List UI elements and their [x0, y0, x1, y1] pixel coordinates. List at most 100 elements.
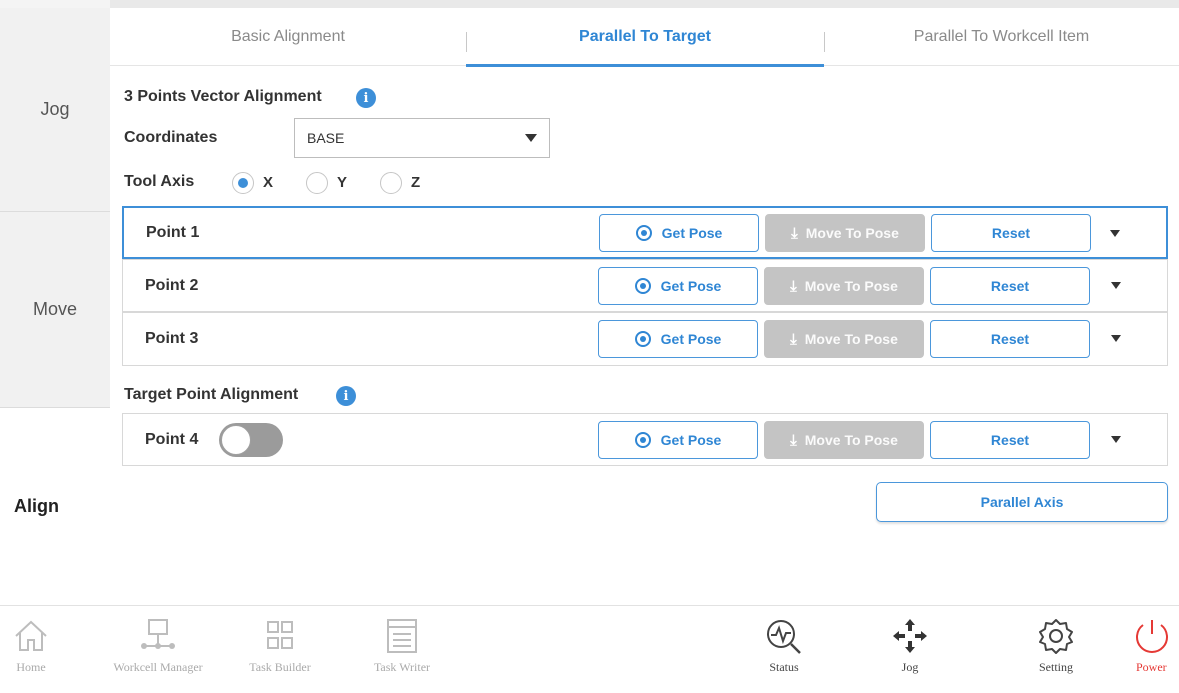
point-name: Point 3	[145, 330, 199, 347]
sidebar-item-label: Jog	[40, 99, 70, 119]
get-pose-button[interactable]: Get Pose	[599, 214, 759, 252]
reset-button[interactable]: Reset	[930, 320, 1090, 358]
info-icon[interactable]: i	[336, 386, 356, 406]
chevron-down-icon[interactable]	[1111, 335, 1121, 342]
radio-axis-x[interactable]	[232, 172, 254, 194]
nav-task-writer[interactable]: Task Writer	[362, 606, 442, 693]
tab-parallel-to-target[interactable]: Parallel To Target	[466, 8, 824, 67]
button-label: Reset	[990, 278, 1030, 294]
nav-label: Status	[769, 660, 799, 674]
button-label: Reset	[990, 331, 1030, 347]
button-label: Get Pose	[661, 225, 723, 241]
tool-axis-label: Tool Axis	[124, 173, 195, 190]
task-builder-icon	[267, 621, 293, 649]
nav-jog[interactable]: Jog	[880, 606, 940, 693]
home-icon	[15, 620, 47, 651]
radio-axis-y[interactable]	[306, 172, 328, 194]
get-pose-button[interactable]: Get Pose	[598, 421, 758, 459]
sidebar-item-jog[interactable]: Jog	[0, 8, 110, 212]
move-to-pose-button[interactable]: ⤓ Move To Pose	[764, 267, 924, 305]
radio-axis-z-label: Z	[411, 174, 421, 191]
point-name: Point 2	[145, 276, 199, 294]
chevron-down-icon[interactable]	[1110, 230, 1120, 237]
power-icon	[1136, 620, 1168, 653]
radio-axis-x-label: X	[263, 174, 274, 191]
point-row-2[interactable]: Point 2 Get Pose ⤓ Move To Pose Reset	[122, 259, 1168, 312]
nav-label: Jog	[901, 660, 919, 674]
button-label: Reset	[990, 432, 1030, 448]
move-to-pose-button[interactable]: ⤓ Move To Pose	[764, 421, 924, 459]
info-icon[interactable]: i	[356, 88, 376, 108]
button-label: Move To Pose	[805, 225, 899, 241]
button-label: Parallel Axis	[980, 494, 1064, 510]
workcell-manager-icon	[141, 619, 175, 649]
bottom-nav: Home Workcell Manager Task Builder Task …	[0, 605, 1179, 693]
chevron-down-icon[interactable]	[1111, 436, 1121, 443]
button-label: Get Pose	[660, 278, 722, 294]
jog-icon	[893, 619, 927, 653]
nav-status[interactable]: Status	[754, 606, 814, 693]
nav-label: Task Builder	[249, 660, 311, 674]
top-strip	[0, 0, 1179, 8]
move-to-pose-button[interactable]: ⤓ Move To Pose	[764, 320, 924, 358]
nav-setting[interactable]: Setting	[1026, 606, 1086, 693]
point-name: Point 4	[145, 430, 199, 448]
radio-axis-y-label: Y	[337, 174, 348, 191]
target-icon	[634, 278, 651, 294]
get-pose-button[interactable]: Get Pose	[598, 267, 758, 305]
point-row-4[interactable]: Point 4 Get Pose ⤓ Move To Pose Reset	[122, 413, 1168, 466]
tab-label: Basic Alignment	[231, 28, 345, 45]
get-pose-button[interactable]: Get Pose	[598, 320, 758, 358]
task-writer-icon	[387, 619, 417, 653]
nav-label: Setting	[1038, 660, 1073, 674]
button-label: Get Pose	[660, 331, 722, 347]
point-name: Point 1	[146, 223, 200, 241]
coordinates-value: BASE	[307, 130, 345, 146]
chevron-down-icon	[525, 134, 537, 142]
point-row-3[interactable]: Point 3 Get Pose ⤓ Move To Pose Reset	[122, 312, 1168, 366]
nav-task-builder[interactable]: Task Builder	[240, 606, 320, 693]
gear-icon	[1039, 619, 1073, 654]
sidebar-item-move[interactable]: Move	[0, 212, 110, 408]
reset-button[interactable]: Reset	[930, 267, 1090, 305]
section-title-target-alignment: Target Point Alignment	[124, 386, 299, 403]
sidebar-item-label: Move	[32, 299, 77, 319]
sidebar-item-align[interactable]: Align	[0, 408, 110, 605]
toggle-knob	[221, 425, 251, 455]
download-icon: ⤓	[790, 277, 797, 295]
button-label: Move To Pose	[804, 432, 898, 448]
sidebar-item-label: Align	[14, 496, 59, 516]
coordinates-select[interactable]: BASE	[294, 118, 550, 158]
nav-label: Task Writer	[373, 660, 431, 674]
chevron-down-icon[interactable]	[1111, 282, 1121, 289]
download-icon: ⤓	[790, 330, 797, 348]
button-label: Move To Pose	[804, 278, 898, 294]
tab-label: Parallel To Target	[579, 28, 711, 45]
nav-power[interactable]: Power	[1132, 606, 1179, 693]
parallel-axis-button[interactable]: Parallel Axis	[876, 482, 1168, 522]
target-icon	[634, 331, 651, 347]
move-to-pose-button[interactable]: ⤓ Move To Pose	[765, 214, 925, 252]
download-icon: ⤓	[791, 224, 798, 242]
radio-axis-z[interactable]	[380, 172, 402, 194]
nav-home[interactable]: Home	[2, 606, 60, 693]
target-icon	[635, 225, 652, 241]
point-4-toggle[interactable]	[219, 423, 283, 457]
button-label: Reset	[991, 225, 1031, 241]
nav-workcell-manager[interactable]: Workcell Manager	[94, 606, 222, 693]
tab-parallel-to-workcell-item[interactable]: Parallel To Workcell Item	[824, 8, 1179, 66]
button-label: Move To Pose	[804, 331, 898, 347]
point-row-1[interactable]: Point 1 Get Pose ⤓ Move To Pose Reset	[122, 206, 1168, 259]
download-icon: ⤓	[790, 431, 797, 449]
nav-label: Power	[1136, 660, 1167, 674]
button-label: Get Pose	[660, 432, 722, 448]
reset-button[interactable]: Reset	[930, 421, 1090, 459]
section-title-vector-alignment: 3 Points Vector Alignment	[124, 88, 322, 105]
reset-button[interactable]: Reset	[931, 214, 1091, 252]
tab-basic-alignment[interactable]: Basic Alignment	[110, 8, 466, 66]
coordinates-label: Coordinates	[124, 129, 218, 146]
nav-label: Home	[16, 660, 46, 674]
target-icon	[634, 432, 651, 448]
status-icon	[767, 620, 801, 654]
nav-label: Workcell Manager	[113, 660, 203, 674]
